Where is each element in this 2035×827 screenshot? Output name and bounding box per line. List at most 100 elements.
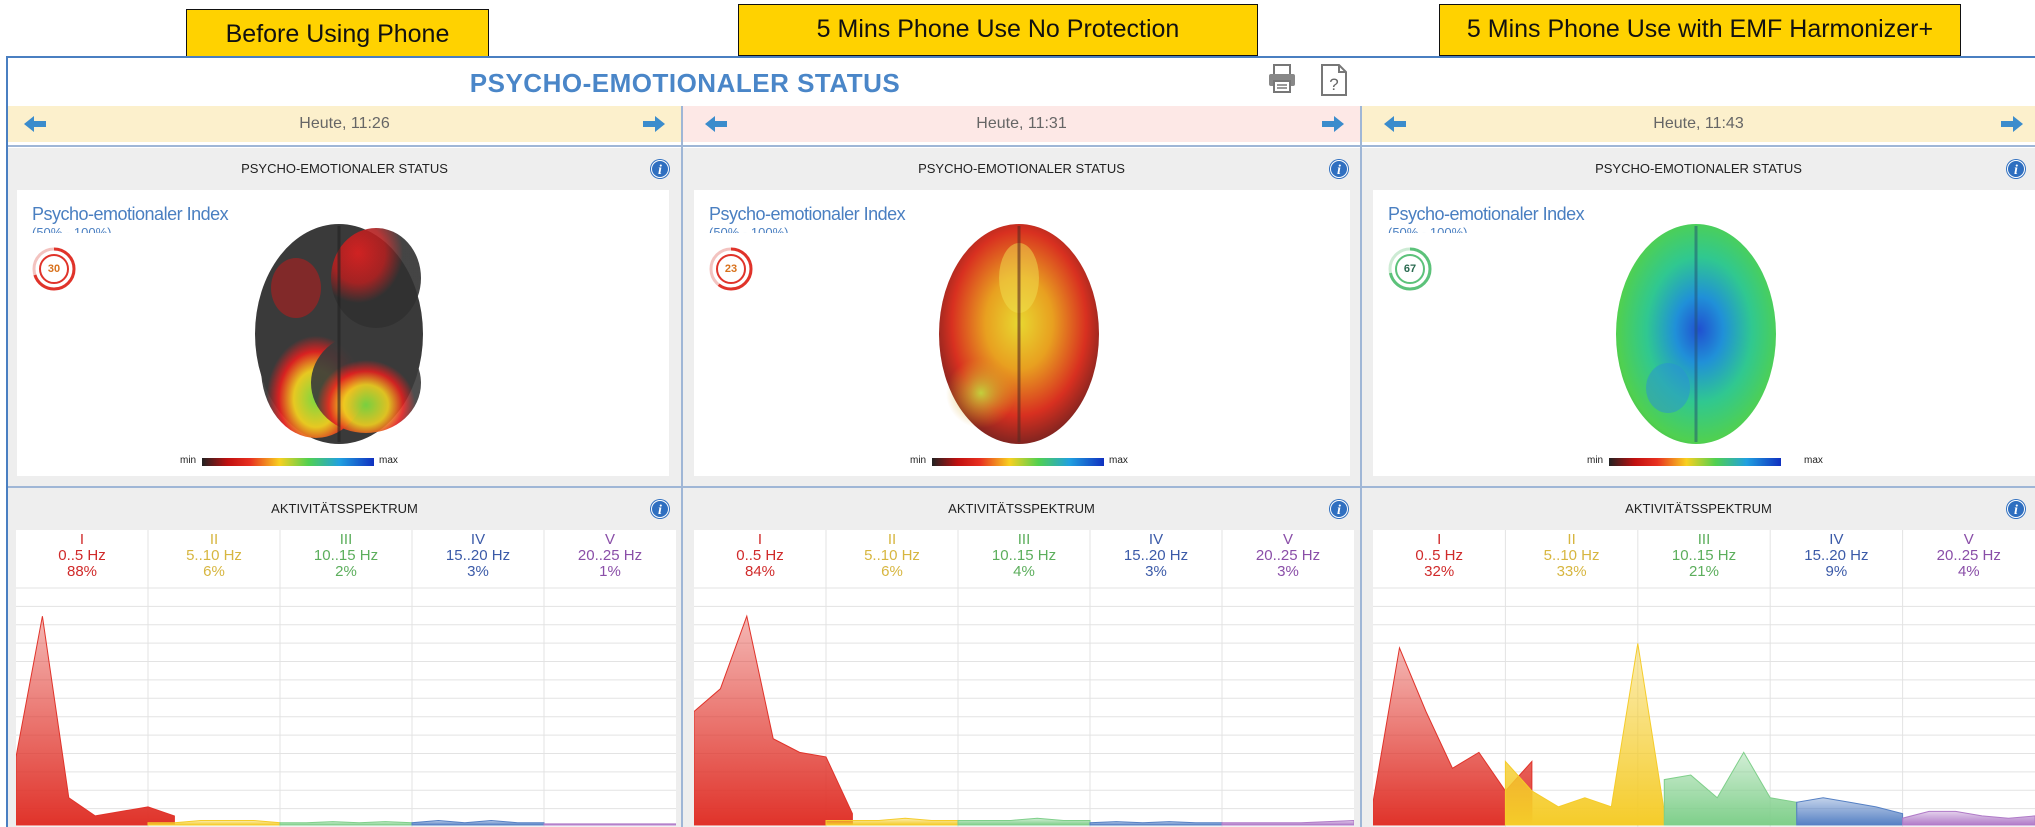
spectrum-area-III	[1663, 751, 1798, 826]
band-I-label: I 0..5 Hz 32%	[1415, 531, 1463, 580]
status-panel: PSYCHO-EMOTIONALER STATUS i Psycho-emoti…	[683, 148, 1360, 486]
index-range: (50% - 100%)	[709, 225, 789, 233]
index-value: 30	[47, 263, 61, 275]
arrow-right-icon[interactable]	[1320, 112, 1346, 136]
help-icon[interactable]: ?	[1319, 62, 1349, 98]
spectrum-area-III	[279, 821, 413, 826]
band-II-label: II 5..10 Hz 6%	[864, 531, 920, 580]
band-IV-label: IV 15..20 Hz 3%	[1123, 531, 1189, 580]
date-label: Heute, 11:43	[1653, 115, 1744, 132]
scale-max-label: max	[1804, 455, 1823, 466]
band-V-label: V 20..25 Hz 4%	[1936, 531, 2001, 580]
band-II-label: II 5..10 Hz 6%	[186, 531, 242, 580]
svg-text:i: i	[1337, 503, 1341, 518]
index-title: Psycho-emotionaler Index	[709, 204, 906, 224]
svg-text:i: i	[2014, 163, 2018, 178]
spectrum-panel: AKTIVITÄTSSPEKTRUM i I 0..5 Hz 88% II 5..10…	[8, 488, 681, 827]
svg-text:i: i	[1337, 163, 1341, 178]
band-IV-label: IV 15..20 Hz 9%	[1804, 531, 1869, 580]
spectrum-area-IV	[1089, 821, 1223, 826]
info-icon[interactable]: i	[649, 158, 671, 180]
index-title: Psycho-emotionaler Index	[1388, 204, 1585, 224]
info-icon[interactable]: i	[1328, 498, 1350, 520]
scale-min-label: min	[1587, 455, 1604, 466]
band-V-label: V 20..25 Hz 3%	[1255, 531, 1321, 580]
svg-text:?: ?	[1329, 75, 1338, 94]
band-III-label: III 10..15 Hz 2%	[313, 531, 379, 580]
band-IV-label: IV 15..20 Hz 3%	[445, 531, 511, 580]
spectrum-area-V	[543, 823, 676, 826]
page-title: PSYCHO-EMOTIONALER STATUS	[469, 68, 901, 98]
status-panel-title: PSYCHO-EMOTIONALER STATUS	[241, 161, 448, 176]
brain-card: Psycho-emotionaler Index (50% - 100%) 30	[17, 190, 669, 476]
date-navbar: Heute, 11:31	[683, 106, 1360, 142]
spectrum-panel-title: AKTIVITÄTSSPEKTRUM	[948, 501, 1095, 516]
date-label: Heute, 11:31	[976, 115, 1067, 132]
spectrum-chart: I 0..5 Hz 84% II 5..10 Hz 6% III 10..15 Hz 4% …	[694, 530, 1354, 827]
info-icon[interactable]: i	[2005, 498, 2027, 520]
column-before: Heute, 11:26 PSYCHO-EMOTIONALER STATUS i…	[8, 106, 681, 827]
status-panel-title: PSYCHO-EMOTIONALER STATUS	[918, 161, 1125, 176]
column-harmonizer: Heute, 11:43 PSYCHO-EMOTIONALER STATUS i…	[1362, 106, 2035, 827]
label-before-phone: Before Using Phone	[186, 9, 489, 61]
spectrum-area-IV	[411, 819, 545, 826]
spectrum-area-III	[957, 817, 1091, 826]
index-range: (50% - 100%)	[32, 225, 112, 233]
spectrum-panel: AKTIVITÄTSSPEKTRUM i I 0..5 Hz 32% II 5..10…	[1362, 488, 2035, 827]
date-label: Heute, 11:26	[299, 115, 390, 132]
index-value: 67	[1403, 263, 1417, 275]
spectrum-area-IV	[1796, 797, 1904, 826]
arrow-right-icon[interactable]	[641, 112, 667, 136]
brain-card: Psycho-emotionaler Index (50% - 100%) 23…	[694, 190, 1350, 476]
color-scale-bar	[932, 458, 1104, 466]
brain-map	[939, 224, 1099, 444]
column-no-protection: Heute, 11:31 PSYCHO-EMOTIONALER STATUS i…	[683, 106, 1360, 827]
label-harmonizer: 5 Mins Phone Use with EMF Harmonizer+	[1439, 4, 1961, 56]
spectrum-area-I	[16, 616, 175, 826]
svg-text:i: i	[658, 163, 662, 178]
band-I-label: I 0..5 Hz 84%	[736, 531, 784, 580]
brain-card: Psycho-emotionaler Index (50% - 100%) 67…	[1373, 190, 2035, 476]
brain-map	[1616, 224, 1776, 444]
spectrum-panel-title: AKTIVITÄTSSPEKTRUM	[271, 501, 418, 516]
scale-min-label: min	[910, 455, 927, 466]
index-title: Psycho-emotionaler Index	[32, 204, 229, 224]
info-icon[interactable]: i	[649, 498, 671, 520]
brain-map	[255, 224, 423, 444]
spectrum-chart: I 0..5 Hz 32% II 5..10 Hz 33% III 10..15 Hz 21…	[1373, 530, 2035, 827]
status-panel: PSYCHO-EMOTIONALER STATUS i Psycho-emoti…	[1362, 148, 2035, 486]
band-V-label: V 20..25 Hz 1%	[577, 531, 643, 580]
scale-max-label: max	[1109, 455, 1128, 466]
band-III-label: III 10..15 Hz 21%	[1671, 531, 1737, 580]
spectrum-area-I	[694, 614, 853, 826]
info-icon[interactable]: i	[2005, 158, 2027, 180]
band-III-label: III 10..15 Hz 4%	[991, 531, 1057, 580]
separator	[8, 145, 681, 147]
color-scale-bar	[1609, 458, 1781, 466]
separator	[683, 145, 1360, 147]
index-value: 23	[724, 263, 738, 275]
arrow-right-icon[interactable]	[1999, 112, 2025, 136]
spectrum-panel-title: AKTIVITÄTSSPEKTRUM	[1625, 501, 1772, 516]
spectrum-area-V	[1221, 819, 1354, 826]
svg-text:i: i	[2014, 503, 2018, 518]
date-navbar: Heute, 11:43	[1362, 106, 2035, 142]
separator	[1362, 145, 2035, 147]
spectrum-chart: I 0..5 Hz 88% II 5..10 Hz 6% III 10..15 Hz 2% …	[16, 530, 676, 827]
printer-icon[interactable]	[1266, 62, 1298, 96]
index-range: (50% - 100%)	[1388, 225, 1468, 233]
label-no-protection: 5 Mins Phone Use No Protection	[738, 4, 1258, 56]
band-II-label: II 5..10 Hz 33%	[1543, 531, 1600, 580]
spectrum-panel: AKTIVITÄTSSPEKTRUM i I 0..5 Hz 84% II 5..10…	[683, 488, 1360, 827]
spectrum-area-II	[1504, 643, 1665, 826]
spectrum-area-V	[1902, 810, 2035, 826]
band-I-label: I 0..5 Hz 88%	[58, 531, 106, 580]
date-navbar: Heute, 11:26	[8, 106, 681, 142]
scale-min-label: min	[180, 455, 197, 466]
status-panel-title: PSYCHO-EMOTIONALER STATUS	[1595, 161, 1802, 176]
color-scale-bar	[202, 458, 374, 466]
scale-max-label: max	[379, 455, 398, 466]
svg-text:i: i	[658, 503, 662, 518]
info-icon[interactable]: i	[1328, 158, 1350, 180]
status-panel: PSYCHO-EMOTIONALER STATUS i Psycho-emoti…	[8, 148, 681, 486]
